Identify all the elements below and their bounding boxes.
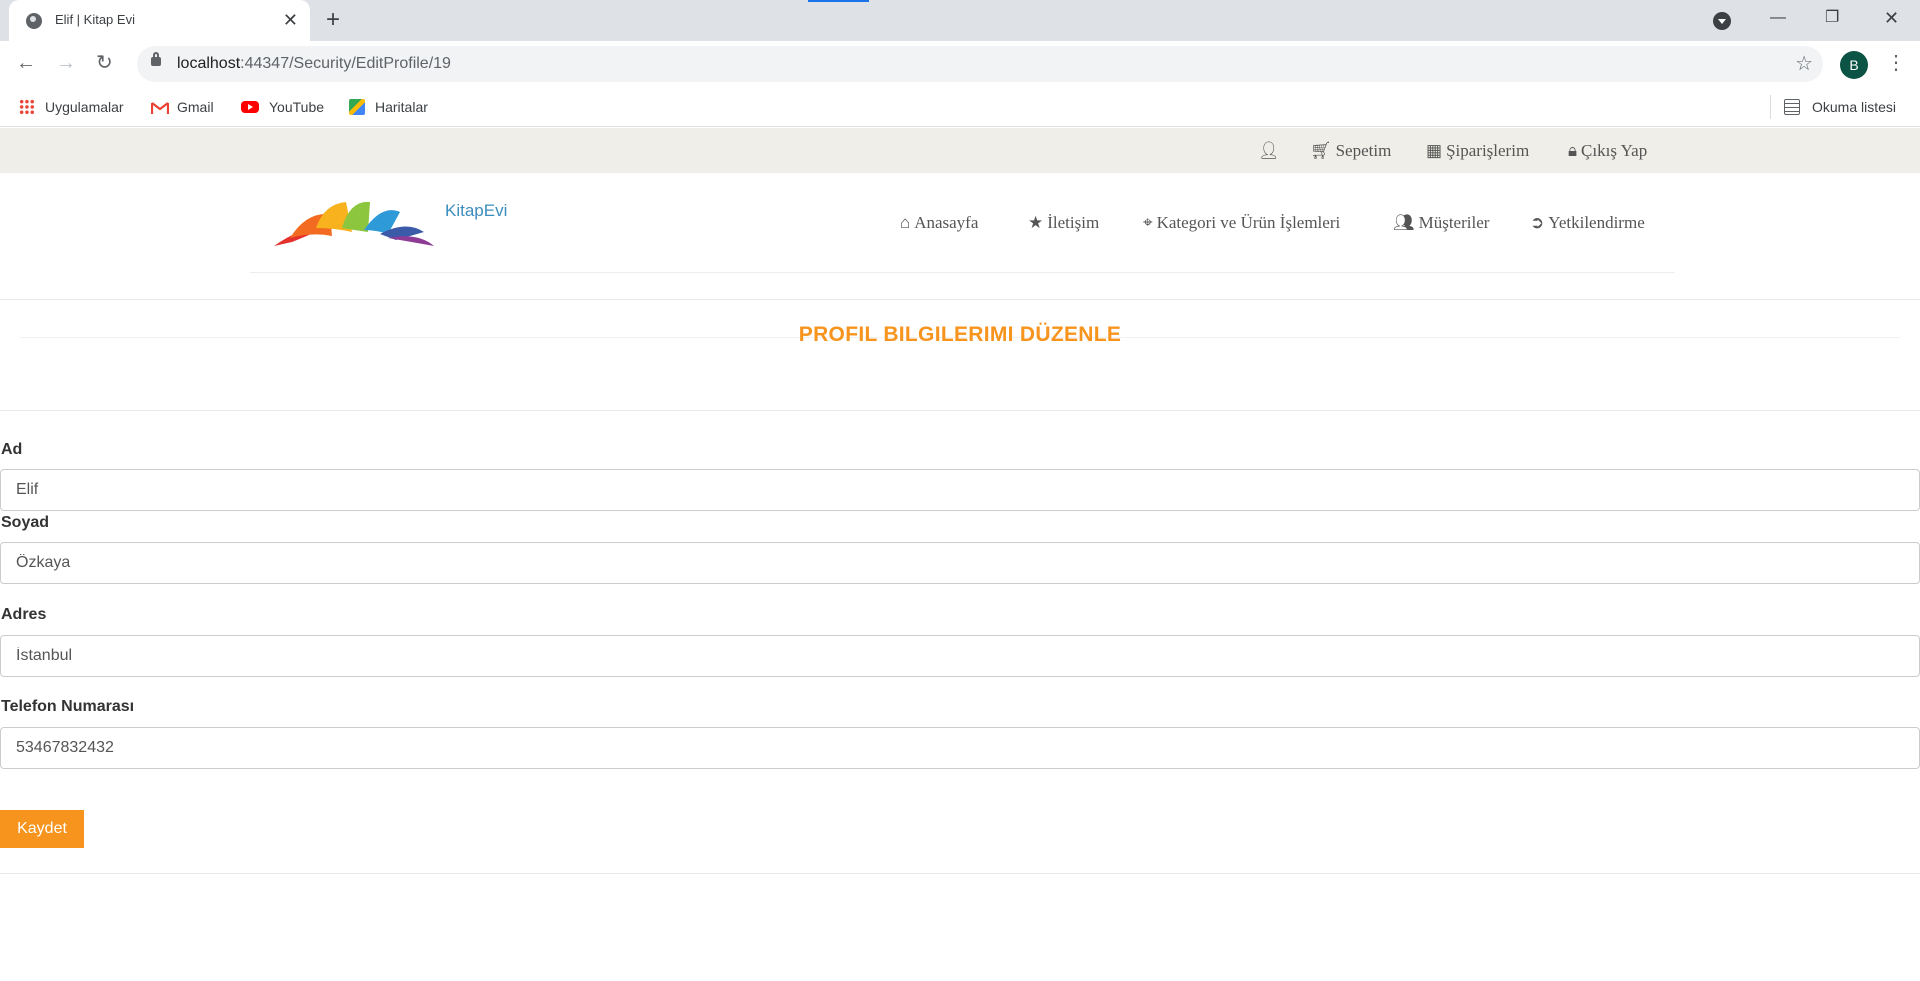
brand-name[interactable]: KitapEvi [445, 201, 507, 221]
bookmarks-divider [1770, 95, 1771, 119]
nav-label: Anasayfa [914, 213, 979, 232]
reading-list-label: Okuma listesi [1812, 99, 1897, 115]
table-icon: ▦ [1426, 141, 1443, 160]
maps-icon [349, 99, 365, 115]
first-name-label: Ad [1, 441, 23, 458]
account-topbar: 👤︎ 🛒︎ Sepetim ▦ Şiparişlerim 🔒︎ Çıkış Yap [0, 128, 1920, 173]
nav-label: Yetkilendirme [1548, 213, 1645, 232]
url-host: localhost [177, 55, 241, 72]
site-header: KitapEvi ⌂ Anasayfa ★ İletişim ⌖ Kategori v… [0, 173, 1920, 273]
youtube-icon [241, 101, 259, 113]
address-field[interactable] [0, 635, 1920, 677]
nav-label: Kategori ve Ürün İşlemleri [1156, 213, 1341, 232]
browser-tab[interactable]: Elif | Kitap Evi ✕ [9, 0, 310, 41]
web-page: 👤︎ 🛒︎ Sepetim ▦ Şiparişlerim 🔒︎ Çıkış Yap K… [0, 128, 1920, 981]
book-logo[interactable] [272, 198, 436, 250]
reload-icon[interactable]: ↻ [96, 51, 113, 75]
first-name-field[interactable] [0, 469, 1920, 511]
cart-link[interactable]: 🛒︎ Sepetim [1310, 141, 1391, 161]
bookmark-label: Uygulamalar [45, 99, 124, 115]
reading-list-icon [1784, 99, 1800, 115]
nav-home[interactable]: ⌂ Anasayfa [900, 213, 978, 233]
minimize-icon[interactable]: — [1770, 6, 1786, 30]
cart-label: Sepetim [1335, 141, 1392, 160]
users-icon: 👥︎ [1393, 213, 1415, 232]
nav-customers[interactable]: 👥︎ Müşteriler [1393, 213, 1489, 233]
nav-authorization[interactable]: ➲ Yetkilendirme [1530, 213, 1645, 233]
home-icon: ⌂ [900, 213, 911, 232]
crosshairs-icon: ⌖ [1143, 213, 1153, 232]
bookmarks-bar: Uygulamalar Gmail YouTube Haritalar Okum… [0, 87, 1920, 127]
orders-label: Şiparişlerim [1446, 141, 1530, 160]
address-bar[interactable]: localhost:44347/Security/EditProfile/19 … [137, 46, 1823, 82]
cart-icon: 🛒︎ [1310, 141, 1332, 160]
globe-icon [26, 13, 42, 29]
header-separator [250, 272, 1675, 273]
orders-link[interactable]: ▦ Şiparişlerim [1426, 141, 1529, 161]
form-bottom-divider [0, 873, 1920, 874]
profile-avatar[interactable]: B [1840, 51, 1868, 79]
nav-label: İletişim [1047, 213, 1100, 232]
new-tab-button[interactable]: + [326, 8, 340, 32]
browser-tabstrip: Elif | Kitap Evi ✕ + — ❐ ✕ [0, 0, 1920, 41]
bookmark-label: Gmail [177, 99, 214, 115]
forward-arrow-icon[interactable]: → [56, 51, 76, 75]
nav-contact[interactable]: ★ İletişim [1028, 213, 1099, 233]
bookmark-label: Haritalar [375, 99, 428, 115]
user-icon[interactable]: 👤︎ [1258, 141, 1280, 161]
tab-title: Elif | Kitap Evi [55, 12, 135, 27]
last-name-label: Soyad [1, 514, 50, 531]
lock-icon: 🔒︎ [1568, 141, 1578, 160]
circle-arrow-icon: ➲ [1530, 213, 1545, 232]
bookmark-label: YouTube [269, 99, 325, 115]
phone-label: Telefon Numarası [1, 698, 135, 715]
logout-label: Çıkış Yap [1581, 141, 1648, 160]
browser-toolbar: ← → ↻ localhost:44347/Security/EditProfi… [0, 41, 1920, 87]
form-top-divider [0, 410, 1920, 411]
address-label: Adres [1, 606, 47, 623]
bookmark-apps[interactable]: Uygulamalar [19, 97, 124, 117]
save-button[interactable]: Kaydet [0, 810, 84, 848]
page-title: PROFIL BILGILERIMI DÜZENLE [798, 323, 1122, 346]
tab-indicator [808, 0, 869, 2]
bookmark-youtube[interactable]: YouTube [241, 97, 324, 117]
phone-field[interactable] [0, 727, 1920, 769]
reading-list-button[interactable]: Okuma listesi [1784, 97, 1896, 117]
page-divider [0, 299, 1920, 300]
tab-close-icon[interactable]: ✕ [283, 10, 298, 30]
logout-link[interactable]: 🔒︎ Çıkış Yap [1568, 141, 1647, 161]
back-arrow-icon[interactable]: ← [16, 51, 36, 75]
url-text[interactable]: localhost:44347/Security/EditProfile/19 [177, 55, 451, 73]
bookmark-gmail[interactable]: Gmail [150, 97, 214, 117]
apps-grid-icon [19, 99, 35, 115]
menu-kebab-icon[interactable]: ⋮ [1886, 51, 1906, 75]
url-path: :44347/Security/EditProfile/19 [240, 55, 451, 72]
gmail-icon [150, 100, 170, 116]
nav-label: Müşteriler [1418, 213, 1490, 232]
tab-search-icon[interactable] [1713, 12, 1731, 30]
nav-category-product[interactable]: ⌖ Kategori ve Ürün İşlemleri [1143, 213, 1340, 233]
lock-icon[interactable] [151, 52, 161, 66]
star-icon: ★ [1028, 213, 1044, 232]
window-close-icon[interactable]: ✕ [1884, 6, 1899, 30]
bookmark-star-icon[interactable]: ☆ [1795, 51, 1813, 76]
last-name-field[interactable] [0, 542, 1920, 584]
restore-icon[interactable]: ❐ [1825, 6, 1839, 30]
bookmark-maps[interactable]: Haritalar [349, 97, 428, 117]
